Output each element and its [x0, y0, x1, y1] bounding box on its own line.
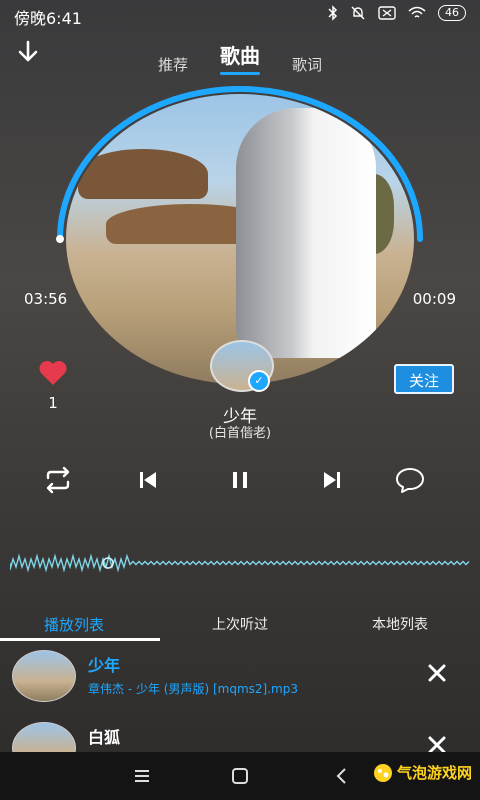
list-item[interactable]: 少年 章伟杰 - 少年 (男声版) [mqms2].mp3: [0, 642, 480, 716]
watermark-text: 气泡游戏网: [396, 764, 472, 782]
next-icon[interactable]: [316, 464, 348, 496]
tab-recently-played[interactable]: 上次听过: [212, 614, 268, 634]
tab-recommend[interactable]: 推荐: [158, 54, 188, 75]
waveform-visualizer[interactable]: [10, 548, 470, 578]
tab-local-list[interactable]: 本地列表: [372, 614, 428, 634]
active-tab-underline: [0, 638, 160, 641]
watermark-logo-icon: [373, 763, 392, 782]
playback-controls: [0, 464, 480, 496]
status-bar: 傍晚6:41 46: [0, 0, 480, 30]
bluetooth-icon: [328, 5, 338, 21]
pause-icon[interactable]: [224, 464, 256, 496]
repeat-icon[interactable]: [42, 464, 74, 496]
remaining-time: 00:09: [412, 290, 456, 308]
verified-badge-icon: ✓: [248, 370, 270, 392]
follow-button[interactable]: 关注: [394, 364, 454, 394]
menu-icon[interactable]: [130, 764, 154, 788]
status-icons: 46: [328, 5, 466, 21]
tab-song[interactable]: 歌曲: [220, 40, 260, 75]
progress-thumb[interactable]: [56, 235, 64, 243]
status-time: 傍晚6:41: [14, 9, 82, 28]
header-tabs: 推荐 歌曲 歌词: [0, 40, 480, 75]
album-disc[interactable]: [56, 84, 424, 384]
close-icon[interactable]: [424, 660, 450, 686]
list-item-title: 少年: [88, 656, 121, 675]
song-subtitle: (白首偕老): [208, 426, 272, 441]
home-icon[interactable]: [228, 764, 252, 788]
top-navigation: 推荐 歌曲 歌词: [0, 34, 480, 75]
wifi-icon: [408, 6, 426, 18]
list-tabs: 播放列表 上次听过 本地列表: [0, 612, 480, 642]
mute-bell-icon: [351, 6, 365, 20]
song-thumbnail: [12, 650, 76, 702]
back-icon[interactable]: [330, 764, 354, 788]
list-item-meta: 章伟杰 - 少年 (男声版) [mqms2].mp3: [88, 682, 298, 696]
tab-lyrics[interactable]: 歌词: [292, 54, 322, 75]
tab-playlist[interactable]: 播放列表: [44, 614, 104, 635]
previous-icon[interactable]: [132, 464, 164, 496]
no-sim-icon: [378, 6, 396, 20]
waveform-line: [10, 553, 470, 573]
elapsed-time: 03:56: [24, 290, 68, 308]
battery-indicator: 46: [438, 5, 466, 21]
heart-icon[interactable]: [38, 360, 68, 386]
comment-icon[interactable]: [394, 464, 426, 496]
list-item-title: 白狐: [88, 728, 121, 747]
watermark: 气泡游戏网: [373, 762, 472, 783]
